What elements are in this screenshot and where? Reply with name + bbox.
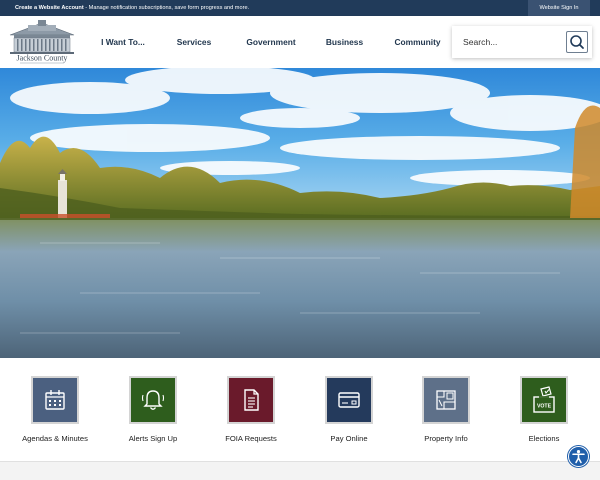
quick-link-label: Pay Online — [330, 434, 368, 443]
calendar-icon — [45, 390, 65, 410]
quick-link-label: Alerts Sign Up — [128, 434, 178, 443]
website-sign-in-button[interactable]: Website Sign In — [528, 0, 590, 16]
agendas-tile — [31, 376, 79, 424]
create-account-link[interactable]: Create a Website Account — [15, 5, 84, 11]
accessibility-button[interactable] — [568, 446, 589, 467]
nav-business[interactable]: Business — [314, 16, 375, 68]
map-icon — [436, 390, 456, 410]
document-icon — [244, 389, 259, 411]
quick-link-label: Agendas & Minutes — [22, 434, 88, 443]
nav-government[interactable]: Government — [228, 16, 314, 68]
quick-link-label: Property Info — [424, 434, 468, 443]
elections-tile: VOTE — [520, 376, 568, 424]
quick-link-alerts[interactable]: Alerts Sign Up — [108, 376, 198, 443]
quick-link-foia[interactable]: FOIA Requests — [206, 376, 296, 443]
quick-link-agendas[interactable]: Agendas & Minutes — [10, 376, 100, 443]
ballot-box-icon: VOTE — [533, 386, 555, 413]
accessibility-icon — [572, 450, 585, 464]
nav-services[interactable]: Services — [160, 16, 228, 68]
hero-image — [0, 68, 600, 358]
search-button[interactable] — [566, 31, 588, 53]
site-header: Jackson County I Want To... Services Gov… — [0, 16, 600, 68]
quick-link-label: Elections — [528, 434, 560, 443]
alerts-tile — [129, 376, 177, 424]
search-input[interactable] — [452, 26, 564, 58]
foia-tile — [227, 376, 275, 424]
pay-online-tile — [325, 376, 373, 424]
river-landscape-image — [0, 68, 600, 358]
main-nav: I Want To... Services Government Busines… — [86, 16, 460, 68]
search-icon — [570, 35, 584, 49]
quick-link-elections[interactable]: VOTE Elections — [499, 376, 589, 443]
nav-i-want-to[interactable]: I Want To... — [86, 16, 160, 68]
footer-divider — [0, 461, 600, 480]
logo-text: Jackson County — [17, 54, 68, 63]
courthouse-logo-icon: Jackson County — [9, 20, 75, 64]
quick-links: Agendas & Minutes Alerts Sign Up FOIA Re… — [0, 358, 600, 462]
nav-community[interactable]: Community — [375, 16, 460, 68]
credit-card-icon — [338, 392, 360, 408]
quick-link-label: FOIA Requests — [225, 434, 277, 443]
vote-badge: VOTE — [537, 404, 552, 410]
notification-bar: Create a Website Account - Manage notifi… — [0, 0, 600, 16]
search-box — [452, 26, 592, 58]
quick-link-property-info[interactable]: Property Info — [401, 376, 491, 443]
quick-link-pay-online[interactable]: Pay Online — [304, 376, 394, 443]
jackson-county-logo[interactable]: Jackson County — [6, 19, 78, 65]
create-account-message: Create a Website Account - Manage notifi… — [15, 0, 249, 16]
create-account-description: - Manage notification subscriptions, sav… — [83, 5, 250, 11]
bell-icon — [141, 390, 165, 410]
property-info-tile — [422, 376, 470, 424]
